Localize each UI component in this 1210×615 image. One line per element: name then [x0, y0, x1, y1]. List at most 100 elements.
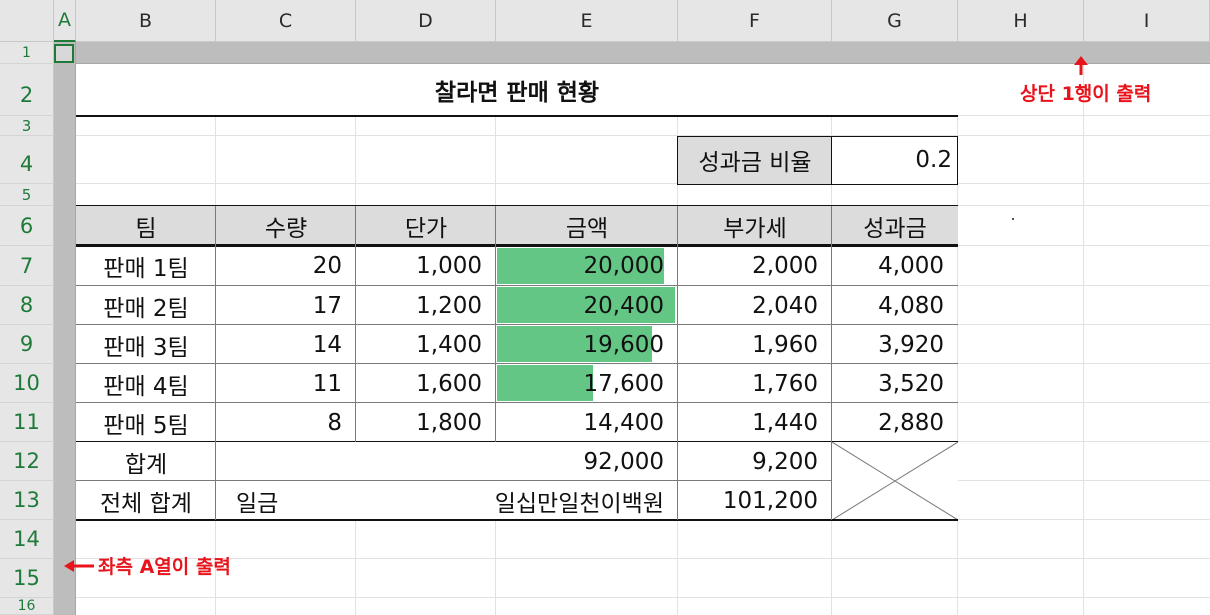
cell-unit-price[interactable]: 1,000 [356, 246, 496, 286]
print-title-column-a [54, 42, 76, 615]
header-unit-price[interactable]: 단가 [356, 206, 496, 246]
table-column-border [215, 206, 216, 520]
table-top-border [76, 205, 958, 206]
cell-bonus[interactable]: 3,520 [832, 364, 958, 403]
cell-vat[interactable]: 1,440 [678, 403, 832, 442]
cell-team[interactable]: 판매 1팀 [76, 246, 216, 286]
grand-total-words[interactable]: 일십만일천이백원 [396, 481, 678, 520]
row-header-6[interactable]: 6 [0, 206, 54, 246]
row-header-1[interactable]: 1 [0, 42, 54, 64]
cell-amount[interactable]: 19,600 [496, 325, 678, 364]
column-header-e[interactable]: E [496, 0, 678, 42]
cell-unit-price[interactable]: 1,200 [356, 286, 496, 325]
cell-vat[interactable]: 1,760 [678, 364, 832, 403]
diagonal-cross-cell[interactable] [832, 442, 958, 520]
header-bonus[interactable]: 성과금 [832, 206, 958, 246]
cell-quantity[interactable]: 11 [216, 364, 356, 403]
row-header-3[interactable]: 3 [0, 116, 54, 136]
cell-team[interactable]: 판매 2팀 [76, 286, 216, 325]
cell-amount[interactable]: 14,400 [496, 403, 678, 442]
cell-bonus[interactable]: 2,880 [832, 403, 958, 442]
grand-total-label[interactable]: 전체 합계 [76, 481, 216, 520]
table-header-bottom-border [76, 244, 958, 247]
row-header-15[interactable]: 15 [0, 559, 54, 598]
table-inner-border [76, 324, 958, 325]
grand-total-prefix[interactable]: 일금 [216, 481, 396, 520]
cell-team[interactable]: 판매 3팀 [76, 325, 216, 364]
active-cell-a1[interactable] [54, 44, 74, 63]
gridline [1083, 64, 1084, 615]
gridline [76, 558, 1210, 559]
cell-amount[interactable]: 20,400 [496, 286, 678, 325]
table-column-border [677, 206, 678, 520]
select-all-corner[interactable] [0, 0, 54, 42]
table-inner-border [76, 480, 832, 481]
print-title-row-1 [54, 42, 1210, 64]
cell-vat[interactable]: 2,040 [678, 286, 832, 325]
gridline [76, 597, 1210, 598]
cell-quantity[interactable]: 17 [216, 286, 356, 325]
table-column-border [495, 206, 496, 442]
stray-dot [1012, 218, 1014, 220]
column-header-f[interactable]: F [678, 0, 832, 42]
cell-unit-price[interactable]: 1,600 [356, 364, 496, 403]
row-header-16[interactable]: 16 [0, 598, 54, 615]
gridline [76, 183, 1210, 184]
sheet-title[interactable]: 찰라면 판매 현황 [76, 64, 958, 116]
cell-bonus[interactable]: 3,920 [832, 325, 958, 364]
cell-vat[interactable]: 2,000 [678, 246, 832, 286]
cell-unit-price[interactable]: 1,400 [356, 325, 496, 364]
table-inner-border [76, 285, 958, 286]
row-header-8[interactable]: 8 [0, 286, 54, 325]
cell-bonus[interactable]: 4,000 [832, 246, 958, 286]
table-totals-top-border [76, 441, 958, 442]
column-header-d[interactable]: D [356, 0, 496, 42]
column-header-h[interactable]: H [958, 0, 1084, 42]
row-header-10[interactable]: 10 [0, 364, 54, 403]
cell-amount[interactable]: 20,000 [496, 246, 678, 286]
row-header-14[interactable]: 14 [0, 520, 54, 559]
table-column-border [355, 206, 356, 442]
column-header-a[interactable]: A [54, 0, 76, 42]
row-header-2[interactable]: 2 [0, 64, 54, 116]
cell-vat[interactable]: 1,960 [678, 325, 832, 364]
row-header-9[interactable]: 9 [0, 325, 54, 364]
cell-quantity[interactable]: 14 [216, 325, 356, 364]
cell-unit-price[interactable]: 1,800 [356, 403, 496, 442]
header-team[interactable]: 팀 [76, 206, 216, 246]
header-vat[interactable]: 부가세 [678, 206, 832, 246]
total-label[interactable]: 합계 [76, 442, 216, 481]
row-header-12[interactable]: 12 [0, 442, 54, 481]
bonus-rate-divider [831, 136, 832, 184]
note-left-column-print: 좌측 A열이 출력 [98, 555, 231, 578]
total-vat[interactable]: 9,200 [678, 442, 832, 481]
header-quantity[interactable]: 수량 [216, 206, 356, 246]
title-underline [76, 115, 958, 117]
table-inner-border [76, 363, 958, 364]
row-header-5[interactable]: 5 [0, 184, 54, 206]
cell-quantity[interactable]: 20 [216, 246, 356, 286]
row-header-11[interactable]: 11 [0, 403, 54, 442]
cell-quantity[interactable]: 8 [216, 403, 356, 442]
row-header-7[interactable]: 7 [0, 246, 54, 286]
column-header-c[interactable]: C [216, 0, 356, 42]
column-header-b[interactable]: B [76, 0, 216, 42]
arrow-left-icon [64, 560, 94, 572]
row-header-4[interactable]: 4 [0, 136, 54, 184]
table-column-border [831, 206, 832, 520]
total-amount[interactable]: 92,000 [216, 442, 678, 481]
grand-total-value[interactable]: 101,200 [678, 481, 832, 520]
cell-team[interactable]: 판매 4팀 [76, 364, 216, 403]
column-header-g[interactable]: G [832, 0, 958, 42]
cell-team[interactable]: 판매 5팀 [76, 403, 216, 442]
table-inner-border [76, 402, 958, 403]
arrow-up-icon [1074, 56, 1088, 75]
table-bottom-border [76, 519, 958, 521]
row-header-13[interactable]: 13 [0, 481, 54, 520]
note-top-row-print: 상단 1행이 출력 [1020, 82, 1152, 105]
cell-amount[interactable]: 17,600 [496, 364, 678, 403]
cell-bonus[interactable]: 4,080 [832, 286, 958, 325]
header-amount[interactable]: 금액 [496, 206, 678, 246]
bonus-rate-border [677, 136, 958, 185]
column-header-i[interactable]: I [1084, 0, 1210, 42]
